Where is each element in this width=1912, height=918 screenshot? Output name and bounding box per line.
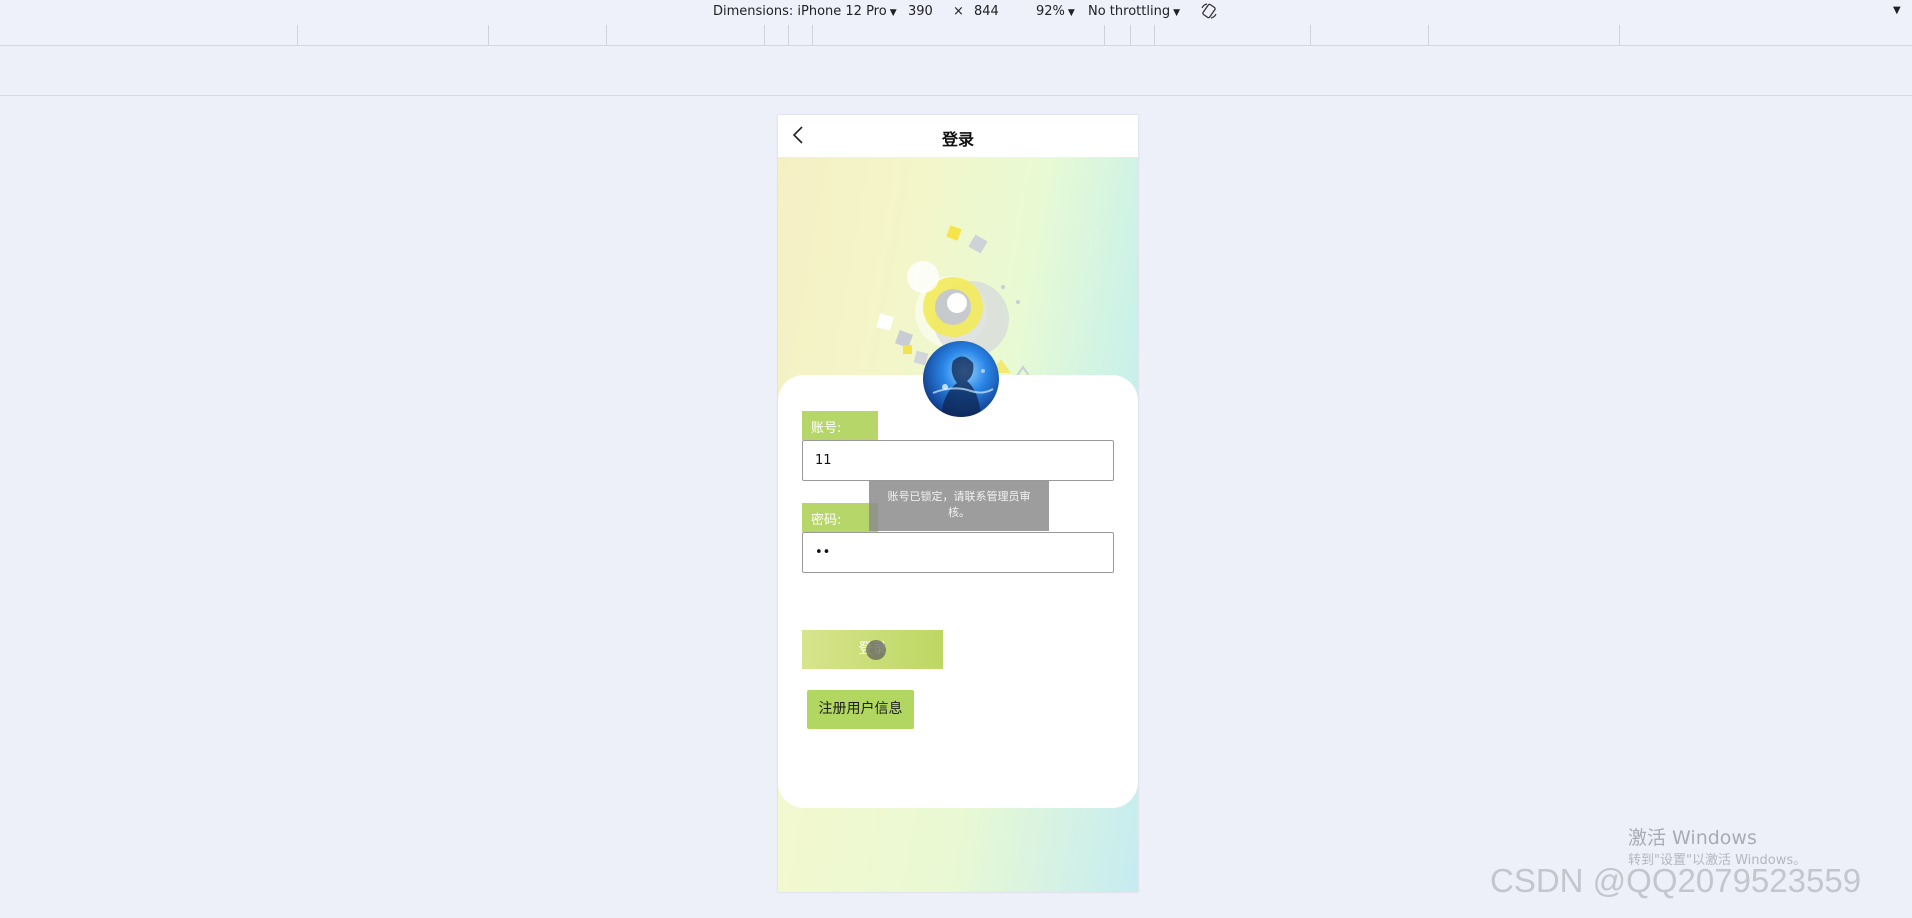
csdn-watermark: CSDN @QQ2079523559 bbox=[1490, 862, 1862, 899]
ruler-tick bbox=[297, 25, 298, 45]
chevron-down-icon: ▼ bbox=[889, 8, 897, 18]
width-input[interactable]: 390 bbox=[908, 4, 933, 19]
zoom-dropdown-label: 92% bbox=[1036, 4, 1065, 19]
ruler-tick bbox=[1310, 25, 1311, 45]
device-dropdown-label: Dimensions: iPhone 12 Pro bbox=[713, 4, 887, 19]
password-label: 密码: bbox=[802, 503, 878, 532]
ruler-tick bbox=[1154, 25, 1155, 45]
ruler-tick bbox=[1104, 25, 1105, 45]
throttling-dropdown[interactable]: No throttling ▼ bbox=[1088, 4, 1180, 19]
password-input[interactable]: •• bbox=[802, 532, 1114, 573]
ruler-tick bbox=[788, 25, 789, 45]
dimension-separator: × bbox=[953, 4, 964, 19]
page-title: 登录 bbox=[941, 130, 974, 149]
chevron-down-icon: ▼ bbox=[1067, 8, 1075, 18]
height-input[interactable]: 844 bbox=[974, 4, 999, 19]
ruler-tick bbox=[1130, 25, 1131, 45]
phone-viewport: 登录 账号: 11 账号已锁定，请联系管理员审核。 密码: •• 注册用户信息 bbox=[778, 115, 1138, 892]
account-label: 账号: bbox=[802, 411, 878, 440]
ruler-tick bbox=[812, 25, 813, 45]
rotate-icon[interactable] bbox=[1200, 2, 1218, 20]
zoom-dropdown[interactable]: 92% ▼ bbox=[1036, 4, 1075, 19]
ruler-tick bbox=[606, 25, 607, 45]
avatar-figure-icon bbox=[932, 356, 994, 417]
account-input[interactable]: 11 bbox=[802, 440, 1114, 481]
register-button[interactable]: 注册用户信息 bbox=[807, 690, 914, 729]
touch-indicator bbox=[866, 640, 886, 660]
ruler-tick bbox=[1428, 25, 1429, 45]
nav-bar: 登录 bbox=[778, 115, 1138, 157]
windows-activation-title: 激活 Windows bbox=[1628, 827, 1757, 849]
more-options-icon[interactable]: ▼ bbox=[1893, 5, 1901, 16]
throttling-dropdown-label: No throttling bbox=[1088, 4, 1171, 19]
avatar bbox=[923, 341, 999, 417]
ruler-tick bbox=[488, 25, 489, 45]
chevron-down-icon: ▼ bbox=[1173, 8, 1180, 18]
toolbar-divider bbox=[0, 95, 1912, 96]
device-dropdown[interactable]: Dimensions: iPhone 12 Pro ▼ bbox=[713, 4, 897, 19]
toast-message: 账号已锁定，请联系管理员审核。 bbox=[869, 481, 1049, 531]
ruler-tick bbox=[764, 25, 765, 45]
media-query-ruler bbox=[0, 25, 1912, 46]
devtools-toolbar: Dimensions: iPhone 12 Pro ▼ 390 × 844 92%… bbox=[0, 0, 1912, 25]
ruler-tick bbox=[1619, 25, 1620, 45]
